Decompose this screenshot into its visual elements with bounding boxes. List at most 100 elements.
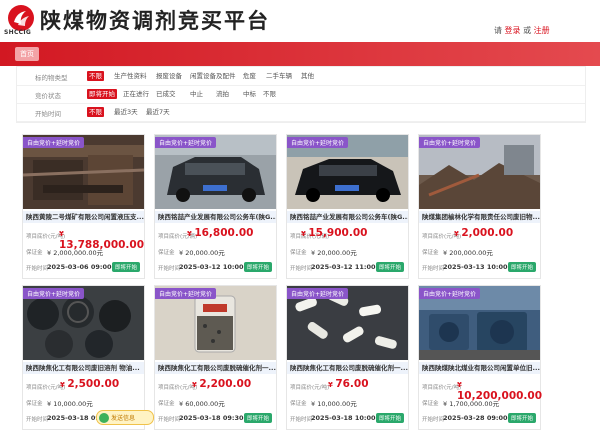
currency-symbol: ¥: [457, 381, 462, 389]
price-value: ¥ 16,800.00: [187, 227, 253, 239]
price-value: ¥ 2,200.00: [192, 378, 251, 390]
auction-card[interactable]: 自由竞价+延时竞价 陕西陕焦化工有限公司废脱硫催化剂一... 项目底价(元/吨) ¥ …: [286, 285, 409, 430]
filter-option[interactable]: 不限: [87, 107, 104, 117]
auction-card[interactable]: 自由竞价+延时竞价 陕煤集团榆林化学有限责任公司废旧物... 项目底价(元/吨) ¥ …: [418, 134, 541, 279]
auction-type-tag: 自由竞价+延时竞价: [419, 137, 481, 148]
auction-type-tag: 自由竞价+延时竞价: [287, 137, 349, 148]
auction-card[interactable]: 自由竞价+延时竞价 陕西陕焦化工有限公司废旧溶剂 物油... 项目底价(元/吨) ¥ …: [22, 285, 145, 430]
price-amount: 76.00: [335, 378, 369, 390]
price-amount: 2,500.00: [67, 378, 120, 390]
start-time-label: 开始时间: [290, 266, 313, 272]
filter-label: 竞价状态: [35, 92, 61, 100]
filter-option[interactable]: 流拍: [214, 89, 231, 99]
currency-symbol: ¥: [59, 230, 64, 238]
card-title[interactable]: 陕西陕焦化工有限公司废脱硫催化剂一...: [287, 362, 408, 374]
card-title[interactable]: 陕西陕煤陕北煤业有限公司闲置单位旧...: [419, 362, 540, 374]
nav-home-tab[interactable]: 首页: [15, 47, 39, 61]
price-value: ¥ 2,000.00: [454, 227, 513, 239]
filter-option[interactable]: 不限: [261, 89, 278, 99]
start-time-label: 开始时间: [26, 417, 49, 423]
deposit-value: ¥ 1,700,000.00元: [443, 400, 500, 408]
or-text: 或: [523, 26, 532, 35]
filter-option[interactable]: 即将开始: [87, 89, 117, 99]
card-title[interactable]: 陕西陕焦化工有限公司废旧溶剂 物油...: [23, 362, 144, 374]
auction-card[interactable]: 自由竞价+延时竞价 陕西铭喆产业发展有限公司公务车(陕G... 项目底价(元/辆) ¥…: [154, 134, 277, 279]
card-title[interactable]: 陕西铭喆产业发展有限公司公务车(陕G...: [155, 211, 276, 223]
chat-icon: [99, 413, 109, 423]
deposit-value: ¥ 200,000.00元: [443, 249, 493, 257]
status-badge: 即将开始: [507, 262, 536, 272]
float-widget-label: 发送信息: [111, 415, 136, 422]
price-value: ¥ 2,500.00: [60, 378, 119, 390]
register-link[interactable]: 注册: [534, 26, 550, 35]
auction-type-tag: 自由竞价+延时竞价: [419, 288, 481, 299]
filter-label: 标的物类型: [35, 74, 68, 82]
filter-option[interactable]: 二手车辆: [264, 71, 294, 81]
deposit-value: ¥ 10,000.00元: [47, 400, 93, 408]
deposit-label: 保证金: [158, 250, 175, 256]
price-amount: 16,800.00: [194, 227, 254, 239]
card-title[interactable]: 陕西黄陵二号煤矿有限公司闲置液压支...: [23, 211, 144, 223]
auction-type-tag: 自由竞价+延时竞价: [155, 288, 217, 299]
deposit-label: 保证金: [26, 401, 43, 407]
deposit-label: 保证金: [26, 250, 43, 256]
filter-option[interactable]: 闲置设备及配件: [188, 71, 238, 81]
price-amount: 2,200.00: [199, 378, 252, 390]
login-link[interactable]: 登录: [505, 26, 521, 35]
auction-card[interactable]: 自由竞价+延时竞价 陕西黄陵二号煤矿有限公司闲置液压支... 项目底价(元/吨) ¥ …: [22, 134, 145, 279]
status-badge: 即将开始: [507, 413, 536, 423]
filter-option[interactable]: 危废: [241, 71, 258, 81]
floating-chat-widget[interactable]: 发送信息: [96, 410, 154, 425]
start-time-label: 开始时间: [422, 417, 445, 423]
status-badge: 即将开始: [375, 413, 404, 423]
start-time-label: 开始时间: [26, 266, 49, 272]
filter-panel: 标的物类型 不限 生产性资料 报废设备 闲置设备及配件 危废 二手车辆 其他 竞价状态 即将开始正…: [16, 66, 586, 123]
auction-type-tag: 自由竞价+延时竞价: [155, 137, 217, 148]
deposit-label: 保证金: [290, 401, 307, 407]
logo-text: SHCCIG: [4, 29, 32, 36]
filter-option[interactable]: 报废设备: [154, 71, 184, 81]
deposit-value: ¥ 20,000.00元: [311, 249, 357, 257]
filter-row: 开始时间 不限 最近3天 最近7天: [17, 103, 585, 122]
card-title[interactable]: 陕煤集团榆林化学有限责任公司废旧物...: [419, 211, 540, 223]
filter-row: 标的物类型 不限 生产性资料 报废设备 闲置设备及配件 危废 二手车辆 其他: [17, 67, 585, 86]
auction-type-tag: 自由竞价+延时竞价: [23, 288, 85, 299]
price-value: ¥ 15,900.00: [301, 227, 367, 239]
deposit-label: 保证金: [158, 401, 175, 407]
filter-option[interactable]: 已成交: [154, 89, 178, 99]
deposit-value: ¥ 2,000,000.00元: [47, 249, 104, 257]
status-badge: 即将开始: [111, 262, 140, 272]
auction-type-tag: 自由竞价+延时竞价: [287, 288, 349, 299]
filter-option[interactable]: 最近7天: [144, 107, 172, 117]
status-badge: 即将开始: [243, 413, 272, 423]
filter-label: 开始时间: [35, 110, 61, 118]
card-title[interactable]: 陕西铭喆产业发展有限公司公务车(陕G...: [287, 211, 408, 223]
deposit-value: ¥ 60,000.00元: [179, 400, 225, 408]
login-prefix: 请: [494, 26, 502, 35]
filter-option[interactable]: 中标: [241, 89, 258, 99]
deposit-label: 保证金: [290, 250, 307, 256]
filter-option[interactable]: 中止: [188, 89, 205, 99]
filter-row: 竞价状态 即将开始 正在进行 已成交 中止 流拍 中标 不限: [17, 85, 585, 104]
card-title[interactable]: 陕西陕焦化工有限公司废脱硫催化剂一...: [155, 362, 276, 374]
start-time-label: 开始时间: [158, 417, 181, 423]
main-navbar: 首页: [0, 42, 600, 66]
login-area: 请 登录 或 注册: [494, 25, 550, 36]
deposit-label: 保证金: [422, 250, 439, 256]
deposit-label: 保证金: [422, 401, 439, 407]
auction-card[interactable]: 自由竞价+延时竞价陕西陕煤陕北煤业有限公司闲置单位旧... 项目底价(元/吨) ¥ …: [418, 285, 542, 430]
deposit-value: ¥ 20,000.00元: [179, 249, 225, 257]
filter-option[interactable]: 正在进行: [121, 89, 151, 99]
status-badge: 即将开始: [243, 262, 272, 272]
auction-card[interactable]: 自由竞价+延时竞价 陕西陕焦化工有限公司废脱硫催化剂一... 项目底价(元/吨) ¥ …: [154, 285, 277, 430]
filter-option[interactable]: 最近3天: [112, 107, 140, 117]
filter-option[interactable]: 其他: [299, 71, 316, 81]
start-time-label: 开始时间: [422, 266, 445, 272]
filter-option[interactable]: 不限: [87, 71, 104, 81]
site-title: 陕煤物资调剂竞买平台: [40, 9, 270, 33]
price-label: 项目底价(元/吨): [422, 385, 462, 391]
price-label: 项目底价(元/吨): [290, 385, 330, 391]
filter-option[interactable]: 生产性资料: [112, 71, 149, 81]
auction-type-tag: 自由竞价+延时竞价: [23, 137, 85, 148]
auction-card[interactable]: 自由竞价+延时竞价 陕西铭喆产业发展有限公司公务车(陕G... 项目底价(元/辆) ¥…: [286, 134, 409, 279]
